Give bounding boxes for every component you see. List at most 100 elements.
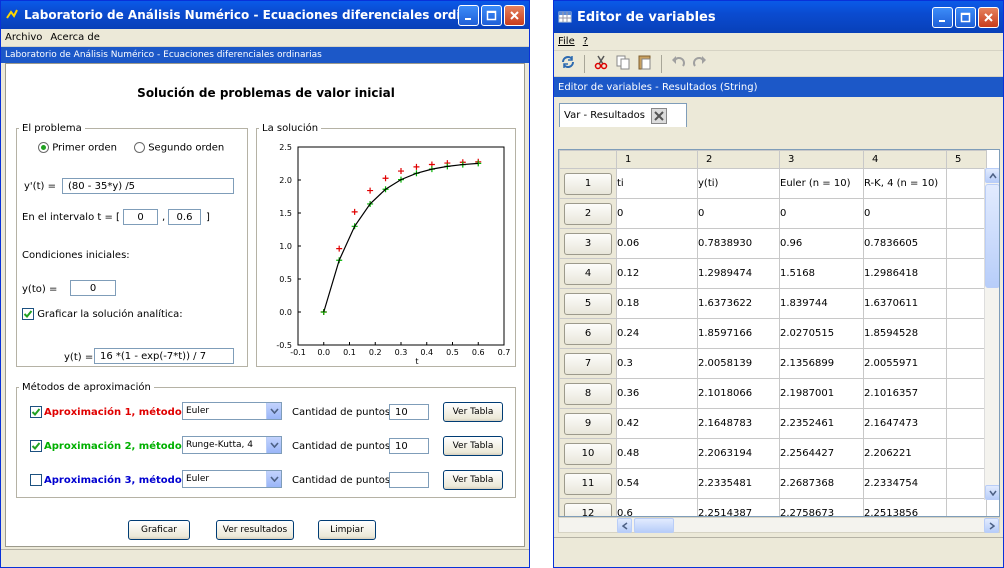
table-cell[interactable]: 1.6370611: [863, 288, 947, 319]
cut-icon[interactable]: [593, 54, 609, 73]
row-header[interactable]: 10: [559, 438, 617, 469]
column-header[interactable]: 5: [946, 150, 987, 169]
column-header[interactable]: 3: [779, 150, 864, 169]
table-cell[interactable]: 2.1356899: [779, 348, 864, 379]
analytic-input[interactable]: 16 *(1 - exp(-7*t)) / 7: [94, 348, 234, 364]
table-cell[interactable]: 1.839744: [779, 288, 864, 319]
view-results-button[interactable]: Ver resultados: [216, 520, 294, 540]
tab-var-resultados[interactable]: Var - Resultados: [559, 103, 687, 127]
menu-file[interactable]: File: [558, 36, 575, 47]
table-cell[interactable]: 0.36: [616, 378, 698, 409]
plot-analytic-check[interactable]: [22, 308, 34, 320]
ode-input[interactable]: (80 - 35*y) /5: [62, 178, 234, 194]
table-cell[interactable]: 2.1987001: [779, 378, 864, 409]
table-cell[interactable]: [946, 318, 987, 349]
row-header[interactable]: 8: [559, 378, 617, 409]
method-3-points-input[interactable]: [389, 472, 429, 488]
row-number[interactable]: 8: [564, 382, 612, 405]
table-cell[interactable]: 0.42: [616, 408, 698, 439]
method-1-table-button[interactable]: Ver Tabla: [443, 402, 503, 422]
minimize-button[interactable]: [932, 6, 953, 28]
copy-icon[interactable]: [615, 54, 631, 73]
redo-icon[interactable]: [692, 54, 708, 73]
table-cell[interactable]: 0.48: [616, 438, 698, 469]
scroll-thumb[interactable]: [985, 184, 999, 288]
method-3-table-button[interactable]: Ver Tabla: [443, 470, 503, 490]
row-number[interactable]: 6: [564, 322, 612, 345]
radio-second-order[interactable]: Segundo orden: [134, 142, 224, 154]
table-cell[interactable]: R-K, 4 (n = 10): [863, 168, 947, 199]
scroll-left-icon[interactable]: [617, 518, 632, 533]
method-3-select[interactable]: Euler: [182, 470, 282, 488]
row-number[interactable]: 9: [564, 412, 612, 435]
table-cell[interactable]: 2.206221: [863, 438, 947, 469]
scroll-down-icon[interactable]: [985, 485, 999, 500]
table-cell[interactable]: 2.1648783: [697, 408, 780, 439]
scroll-right-icon[interactable]: [984, 518, 999, 533]
table-cell[interactable]: [946, 288, 987, 319]
chevron-down-icon[interactable]: [266, 403, 281, 419]
table-cell[interactable]: 1.8597166: [697, 318, 780, 349]
table-cell[interactable]: 2.2335481: [697, 468, 780, 499]
table-cell[interactable]: 2.2334754: [863, 468, 947, 499]
table-cell[interactable]: 2.0270515: [779, 318, 864, 349]
row-number[interactable]: 11: [564, 472, 612, 495]
row-number[interactable]: 5: [564, 292, 612, 315]
table-cell[interactable]: [946, 168, 987, 199]
table-cell[interactable]: 0: [616, 198, 698, 229]
method-1-checkbox[interactable]: [30, 406, 42, 418]
table-cell[interactable]: [946, 198, 987, 229]
table-cell[interactable]: [946, 348, 987, 379]
row-header[interactable]: 5: [559, 288, 617, 319]
table-cell[interactable]: 2.2687368: [779, 468, 864, 499]
row-number[interactable]: 3: [564, 232, 612, 255]
table-cell[interactable]: 2.0055971: [863, 348, 947, 379]
title-bar[interactable]: Editor de variables: [554, 1, 1003, 33]
row-number[interactable]: 4: [564, 262, 612, 285]
radio-first-order[interactable]: Primer orden: [38, 142, 117, 154]
table-cell[interactable]: 0.54: [616, 468, 698, 499]
paste-icon[interactable]: [637, 54, 653, 73]
table-cell[interactable]: 1.2989474: [697, 258, 780, 289]
interval-start-input[interactable]: 0: [123, 209, 158, 225]
radio-first-order-dot[interactable]: [38, 142, 49, 153]
table-cell[interactable]: [946, 258, 987, 289]
undo-icon[interactable]: [670, 54, 686, 73]
table-cell[interactable]: [946, 228, 987, 259]
method-2-select[interactable]: Runge-Kutta, 4: [182, 436, 282, 454]
row-header[interactable]: 11: [559, 468, 617, 499]
title-bar[interactable]: Laboratorio de Análisis Numérico - Ecuac…: [1, 1, 529, 29]
scroll-up-icon[interactable]: [985, 168, 999, 183]
table-cell[interactable]: 0: [779, 198, 864, 229]
table-cell[interactable]: 1.6373622: [697, 288, 780, 319]
table-cell[interactable]: 2.1016357: [863, 378, 947, 409]
row-header[interactable]: 4: [559, 258, 617, 289]
method-1-points-input[interactable]: 10: [389, 404, 429, 420]
close-tab-icon[interactable]: [650, 107, 667, 124]
radio-second-order-dot[interactable]: [134, 142, 145, 153]
table-cell[interactable]: [946, 378, 987, 409]
table-cell[interactable]: 2.1647473: [863, 408, 947, 439]
close-button[interactable]: [978, 6, 999, 28]
table-cell[interactable]: 0: [863, 198, 947, 229]
table-cell[interactable]: 1.8594528: [863, 318, 947, 349]
table-cell[interactable]: ti: [616, 168, 698, 199]
menu-help[interactable]: ?: [583, 36, 588, 47]
table-cell[interactable]: 0.18: [616, 288, 698, 319]
plot-button[interactable]: Graficar: [128, 520, 190, 540]
close-button[interactable]: [504, 4, 525, 26]
interval-end-input[interactable]: 0.6: [168, 209, 201, 225]
plot-analytic-checkbox[interactable]: Graficar la solución analítica:: [22, 308, 183, 320]
table-cell[interactable]: 0.7836605: [863, 228, 947, 259]
clear-button[interactable]: Limpiar: [318, 520, 376, 540]
vertical-scrollbar[interactable]: [984, 168, 999, 500]
row-header[interactable]: 2: [559, 198, 617, 229]
table-cell[interactable]: 0.12: [616, 258, 698, 289]
table-cell[interactable]: 2.0058139: [697, 348, 780, 379]
row-number[interactable]: 12: [564, 502, 612, 516]
table-cell[interactable]: [946, 408, 987, 439]
row-header[interactable]: 1: [559, 168, 617, 199]
minimize-button[interactable]: [458, 4, 479, 26]
table-cell[interactable]: 2.2514387: [697, 498, 780, 516]
method-2-checkbox[interactable]: [30, 440, 42, 452]
